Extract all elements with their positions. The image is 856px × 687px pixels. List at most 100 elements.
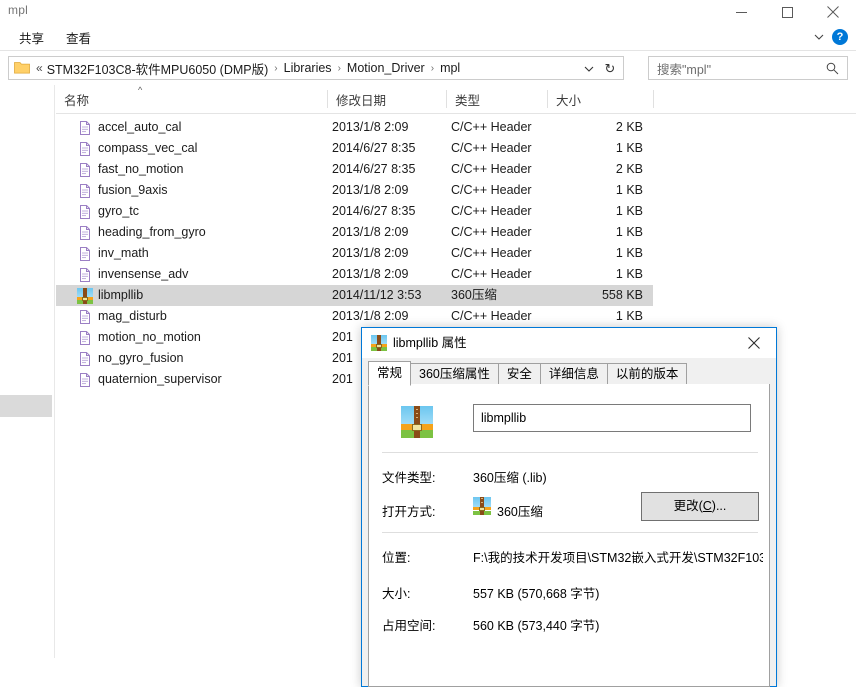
file-size-cell: 558 KB bbox=[601, 288, 643, 302]
column-header-row: 名称 ^ 修改日期 类型 大小 bbox=[56, 85, 856, 113]
header-file-icon bbox=[77, 351, 93, 367]
breadcrumb-item-mpl[interactable]: mpl bbox=[439, 61, 461, 75]
help-icon[interactable]: ? bbox=[832, 29, 848, 45]
file-name-cell: accel_auto_cal bbox=[98, 120, 182, 134]
chevron-down-glyph bbox=[814, 34, 824, 40]
header-file-icon bbox=[77, 183, 93, 199]
breadcrumb: « STM32F103C8-软件MPU6050 (DMP版) › Librari… bbox=[33, 59, 461, 78]
breadcrumb-separator-icon: › bbox=[274, 62, 278, 74]
navigation-bar: « STM32F103C8-软件MPU6050 (DMP版) › Librari… bbox=[0, 51, 856, 85]
file-date-cell: 2013/1/8 2:09 bbox=[332, 225, 409, 239]
file-name-cell: invensense_adv bbox=[98, 267, 189, 281]
size-label: 大小: bbox=[382, 587, 411, 601]
file-size-cell: 1 KB bbox=[615, 309, 643, 323]
breadcrumb-item-libraries[interactable]: Libraries bbox=[283, 61, 333, 75]
header-file-icon bbox=[80, 310, 90, 324]
dialog-close-button[interactable] bbox=[731, 328, 776, 357]
column-header-name[interactable]: 名称 bbox=[56, 85, 276, 113]
dialog-tab-4[interactable]: 以前的版本 bbox=[606, 363, 688, 385]
address-dropdown-icon[interactable] bbox=[580, 61, 598, 77]
file-name-cell: no_gyro_fusion bbox=[98, 351, 184, 365]
column-header-size[interactable]: 大小 bbox=[548, 85, 653, 113]
tab-share[interactable]: 共享 bbox=[19, 28, 44, 47]
zip-360-icon bbox=[77, 288, 93, 304]
address-bar[interactable]: « STM32F103C8-软件MPU6050 (DMP版) › Librari… bbox=[8, 56, 624, 80]
title-bar: mpl bbox=[0, 0, 856, 24]
dialog-title: libmpllib 属性 bbox=[393, 336, 467, 350]
dialog-tab-1[interactable]: 360压缩属性 bbox=[410, 363, 499, 385]
column-divider[interactable] bbox=[653, 90, 654, 108]
ribbon-tab-strip: 共享 查看 ? bbox=[0, 24, 856, 50]
header-file-icon bbox=[77, 372, 93, 388]
table-row[interactable]: invensense_adv 2013/1/8 2:09 C/C++ Header 1… bbox=[56, 264, 653, 285]
table-row[interactable]: gyro_tc 2014/6/27 8:35 C/C++ Header 1 KB bbox=[56, 201, 653, 222]
zip-360-large-icon bbox=[401, 406, 433, 438]
table-row[interactable]: compass_vec_cal 2014/6/27 8:35 C/C++ Heade… bbox=[56, 138, 653, 159]
file-type-value: 360压缩 (.lib) bbox=[473, 471, 547, 485]
filename-input[interactable]: libmpllib bbox=[473, 404, 751, 432]
refresh-icon[interactable]: ↻ bbox=[601, 60, 619, 78]
file-date-cell: 2013/1/8 2:09 bbox=[332, 183, 409, 197]
header-file-icon bbox=[80, 373, 90, 387]
file-type-cell: C/C++ Header bbox=[451, 141, 532, 155]
file-name-cell: mag_disturb bbox=[98, 309, 167, 323]
nav-pane-selected-item[interactable] bbox=[0, 395, 52, 417]
file-date-cell: 2013/1/8 2:09 bbox=[332, 246, 409, 260]
column-header-rule bbox=[56, 113, 856, 114]
maximize-icon bbox=[781, 6, 793, 18]
dialog-tab-strip: 常规 360压缩属性 安全 详细信息 以前的版本 bbox=[368, 361, 770, 386]
table-row[interactable]: fusion_9axis 2013/1/8 2:09 C/C++ Header 1 K… bbox=[56, 180, 653, 201]
tab-view[interactable]: 查看 bbox=[66, 28, 91, 47]
header-file-icon bbox=[77, 204, 93, 220]
header-file-icon bbox=[80, 268, 90, 282]
search-input[interactable]: 搜索"mpl" bbox=[648, 56, 848, 80]
dialog-tab-3[interactable]: 详细信息 bbox=[539, 363, 608, 385]
dialog-tab-2[interactable]: 安全 bbox=[497, 363, 541, 385]
file-type-cell: C/C++ Header bbox=[451, 120, 532, 134]
breadcrumb-separator-icon: › bbox=[337, 62, 341, 74]
file-date-cell: 2014/6/27 8:35 bbox=[332, 141, 416, 155]
open-with-value: 360压缩 bbox=[497, 505, 543, 519]
zip-360-small-icon bbox=[473, 497, 491, 515]
file-name-cell: heading_from_gyro bbox=[98, 225, 206, 239]
header-file-icon bbox=[77, 120, 93, 136]
table-row[interactable]: heading_from_gyro 2013/1/8 2:09 C/C++ Head… bbox=[56, 222, 653, 243]
table-row[interactable]: libmpllib 2014/11/12 3:53 360压缩 558 KB bbox=[56, 285, 653, 306]
navigation-pane[interactable] bbox=[0, 85, 55, 658]
table-row[interactable]: fast_no_motion 2014/6/27 8:35 C/C++ Header… bbox=[56, 159, 653, 180]
folder-icon bbox=[14, 62, 30, 74]
dialog-tab-0[interactable]: 常规 bbox=[368, 361, 412, 386]
window-title: mpl bbox=[8, 3, 28, 17]
zip-360-icon bbox=[371, 335, 387, 351]
column-header-type[interactable]: 类型 bbox=[447, 85, 547, 113]
minimize-button[interactable] bbox=[718, 0, 764, 24]
table-row[interactable]: mag_disturb 2013/1/8 2:09 C/C++ Header 1 KB bbox=[56, 306, 653, 327]
location-label: 位置: bbox=[382, 551, 411, 565]
header-file-icon bbox=[77, 162, 93, 178]
table-row[interactable]: inv_math 2013/1/8 2:09 C/C++ Header 1 KB bbox=[56, 243, 653, 264]
header-file-icon bbox=[77, 246, 93, 262]
file-name-cell: motion_no_motion bbox=[98, 330, 201, 344]
close-button[interactable] bbox=[810, 0, 856, 24]
open-with-label: 打开方式: bbox=[382, 505, 436, 519]
table-row[interactable]: accel_auto_cal 2013/1/8 2:09 C/C++ Header 2… bbox=[56, 117, 653, 138]
chevron-down-icon[interactable] bbox=[812, 30, 826, 44]
file-type-cell: C/C++ Header bbox=[451, 225, 532, 239]
file-date-cell: 2014/6/27 8:35 bbox=[332, 162, 416, 176]
header-file-icon bbox=[80, 247, 90, 261]
file-type-cell: C/C++ Header bbox=[451, 204, 532, 218]
file-name-cell: fusion_9axis bbox=[98, 183, 168, 197]
change-button[interactable]: 更改(C)... bbox=[641, 492, 759, 521]
breadcrumb-item-project[interactable]: STM32F103C8-软件MPU6050 (DMP版) bbox=[46, 59, 270, 78]
breadcrumb-item-motion-driver[interactable]: Motion_Driver bbox=[346, 61, 426, 75]
column-header-date[interactable]: 修改日期 bbox=[328, 85, 446, 113]
file-name-cell: libmpllib bbox=[98, 288, 144, 302]
header-file-icon bbox=[77, 309, 93, 325]
file-date-cell: 2013/1/8 2:09 bbox=[332, 267, 409, 281]
breadcrumb-overflow-icon[interactable]: « bbox=[33, 61, 46, 75]
maximize-button[interactable] bbox=[764, 0, 810, 24]
file-size-cell: 1 KB bbox=[615, 267, 643, 281]
file-type-label: 文件类型: bbox=[382, 471, 436, 485]
chevron-down-glyph bbox=[584, 66, 594, 72]
header-file-icon bbox=[80, 163, 90, 177]
